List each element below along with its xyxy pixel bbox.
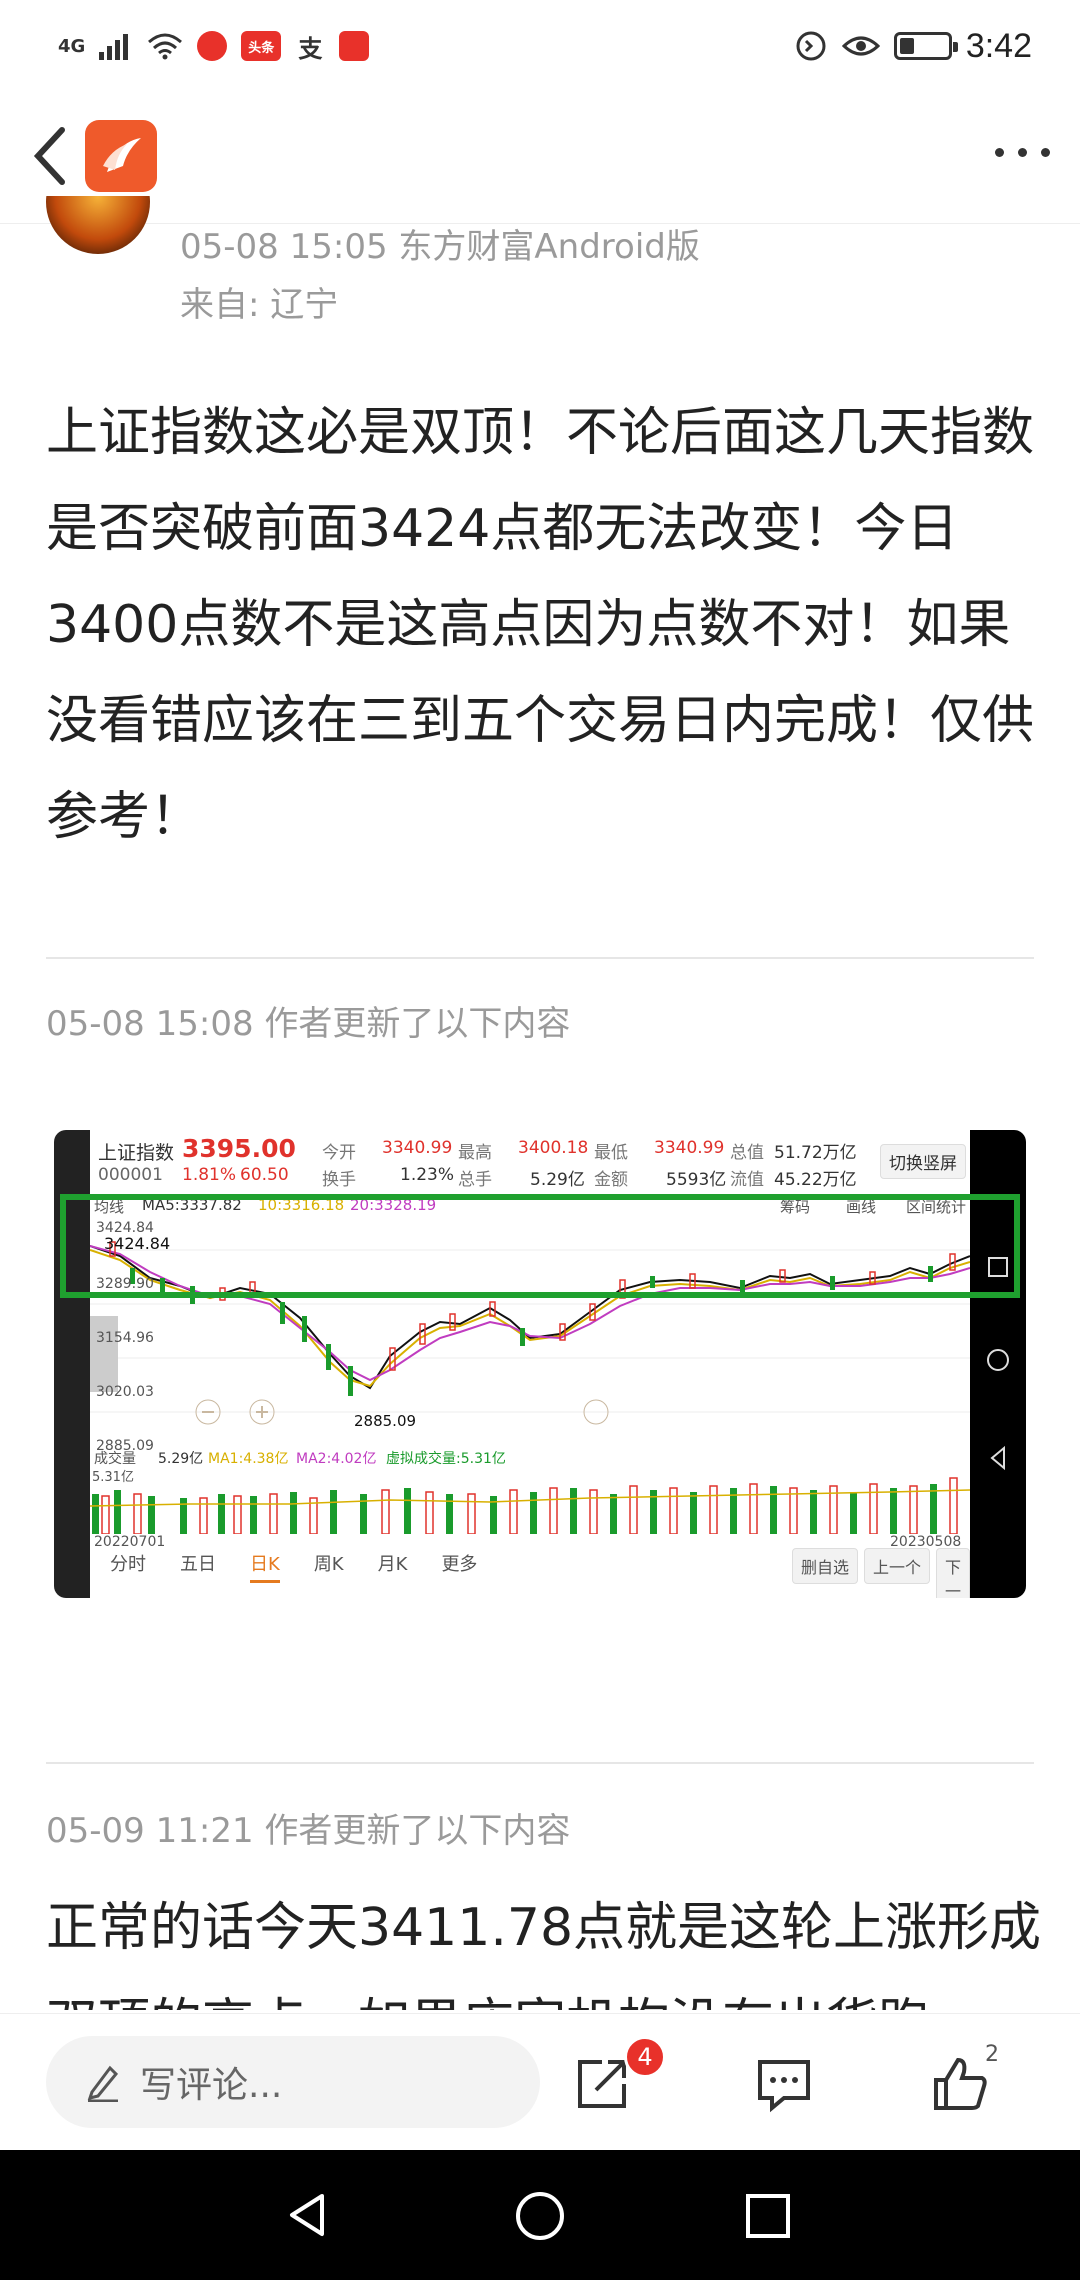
update-body: 正常的话今天3411.78点就是这轮上涨形成双顶的高点，如果庄家机构没有出货跑 xyxy=(46,1898,1042,2010)
divider-2 xyxy=(46,1762,1034,1764)
vol-ma1: MA1:4.38亿 xyxy=(208,1451,289,1467)
post-body: 上证指数这必是双顶！不论后面这几天指数是否突破前面3424点都无法改变！今日34… xyxy=(46,403,1035,847)
low-marker: 2885.09 xyxy=(354,1412,417,1430)
author-avatar[interactable] xyxy=(46,196,150,256)
prev-button[interactable]: 上一个 xyxy=(864,1548,931,1584)
post-meta: 05-08 15:05 东方财富Android版 来自: 辽宁 xyxy=(180,218,700,334)
volume-label: 成交量 xyxy=(94,1451,136,1467)
index-name: 上证指数 xyxy=(98,1142,175,1164)
high-value: 3400.18 xyxy=(518,1138,589,1158)
mktcap-label: 总值 xyxy=(730,1143,764,1163)
signal-icon xyxy=(99,34,129,60)
open-label: 今开 xyxy=(322,1143,356,1163)
system-navigation-bar xyxy=(0,2150,1080,2280)
alipay-notification-icon: 支 xyxy=(298,34,323,63)
top-nav-bar xyxy=(0,92,1080,224)
status-bar: 4G 头条 支 3:42 xyxy=(0,0,1080,92)
tab-five-day[interactable]: 五日 xyxy=(180,1550,216,1583)
amount-label: 金额 xyxy=(594,1170,628,1190)
switch-orientation-button[interactable]: 切换竖屏 xyxy=(880,1144,966,1179)
float-label: 流值 xyxy=(730,1170,764,1190)
comment-icon[interactable] xyxy=(754,2054,814,2114)
home-circle-icon[interactable] xyxy=(514,2190,566,2242)
share-icon[interactable] xyxy=(572,2054,632,2114)
vol-virtual: 虚拟成交量:5.31亿 xyxy=(386,1451,506,1467)
post-time-source: 05-08 15:05 东方财富Android版 xyxy=(180,227,700,267)
next-button[interactable]: 下一个 xyxy=(936,1548,971,1598)
pencil-icon xyxy=(87,2065,119,2102)
eye-comfort-icon xyxy=(841,36,880,56)
stock-chart-image[interactable]: 上证指数 3395.00 000001 1.81% 60.50 今开 3340.… xyxy=(54,1130,1026,1598)
thumbs-up-icon[interactable] xyxy=(930,2054,990,2114)
ellipsis-icon[interactable] xyxy=(995,148,1050,157)
low-value: 3340.99 xyxy=(654,1138,725,1158)
vol-label: 总手 xyxy=(458,1170,492,1190)
comment-input[interactable]: 写评论... xyxy=(46,2036,540,2128)
tab-weekly-k[interactable]: 周K xyxy=(314,1550,344,1583)
comment-placeholder: 写评论... xyxy=(140,2065,283,2106)
open-value: 3340.99 xyxy=(382,1138,453,1158)
chevron-left-icon[interactable] xyxy=(30,124,70,188)
back-triangle-icon[interactable] xyxy=(282,2190,332,2240)
index-code: 000001 xyxy=(98,1165,163,1185)
divider xyxy=(46,957,1034,959)
highlight-box xyxy=(60,1194,1020,1298)
turnover-value: 1.23% xyxy=(400,1165,455,1185)
recents-square-icon[interactable] xyxy=(744,2192,792,2240)
index-change-pct: 1.81% xyxy=(182,1165,237,1185)
index-price: 3395.00 xyxy=(182,1134,296,1163)
app-notification-icon-2 xyxy=(339,31,370,61)
low-label: 最低 xyxy=(594,1143,628,1163)
network-indicator: 4G xyxy=(58,35,86,57)
tab-more[interactable]: 更多 xyxy=(441,1550,477,1583)
wifi-icon xyxy=(148,33,183,60)
app-logo[interactable] xyxy=(85,120,157,192)
remove-watchlist-button[interactable]: 删自选 xyxy=(792,1548,859,1584)
vol-ma2: MA2:4.02亿 xyxy=(296,1451,377,1467)
post-location: 来自: 辽宁 xyxy=(180,285,339,325)
tab-monthly-k[interactable]: 月K xyxy=(378,1550,408,1583)
tab-intraday[interactable]: 分时 xyxy=(110,1550,146,1583)
clock: 3:42 xyxy=(965,26,1032,65)
turnover-label: 换手 xyxy=(322,1170,356,1190)
like-count: 2 xyxy=(985,2042,999,2067)
update-header-2: 05-09 11:21 作者更新了以下内容 xyxy=(46,1811,571,1851)
share-count-badge: 4 xyxy=(624,2036,666,2078)
app-notification-icon xyxy=(197,31,228,61)
eastmoney-logo-icon xyxy=(103,138,141,172)
y-axis-3: 3154.96 xyxy=(96,1330,154,1346)
y-axis-4: 3020.03 xyxy=(96,1384,154,1400)
date-start: 20220701 xyxy=(94,1534,166,1550)
toutiao-notification-icon: 头条 xyxy=(241,31,282,61)
volume-value: 5.29亿 xyxy=(158,1451,204,1467)
period-tabs: 分时 五日 日K 周K 月K 更多 xyxy=(110,1550,477,1583)
battery-icon xyxy=(893,32,958,60)
tab-daily-k[interactable]: 日K xyxy=(250,1550,280,1583)
update-header: 05-08 15:08 作者更新了以下内容 xyxy=(46,1004,571,1044)
mktcap-value: 51.72万亿 xyxy=(774,1143,857,1163)
high-label: 最高 xyxy=(458,1143,492,1163)
vol-value: 5.29亿 xyxy=(530,1170,585,1190)
volume-bars xyxy=(90,1477,970,1534)
data-saver-icon xyxy=(796,31,826,61)
amount-value: 5593亿 xyxy=(666,1170,727,1190)
bottom-action-bar: 写评论... 4 2 xyxy=(0,2013,1080,2150)
index-change: 60.50 xyxy=(240,1165,289,1185)
float-value: 45.22万亿 xyxy=(774,1170,857,1190)
